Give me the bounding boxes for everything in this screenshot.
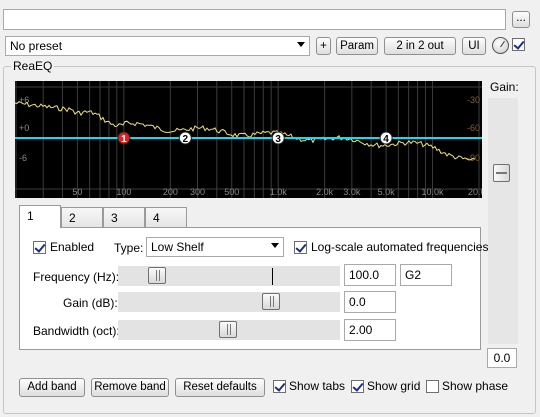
freq-axis-label: 20.0k — [468, 187, 482, 197]
spectrum-axis-label: -60 — [467, 123, 480, 133]
band-node-label: 4 — [383, 134, 389, 145]
freq-axis-label: 200 — [163, 187, 178, 197]
show-tabs-label: Show tabs — [289, 379, 346, 393]
tab-band-4[interactable]: 4 — [145, 207, 187, 228]
gain-db-slider-thumb[interactable] — [262, 293, 280, 310]
logscale-label: Log-scale automated frequencies — [311, 240, 489, 254]
frequency-note-field[interactable]: G2 — [400, 264, 452, 286]
param-button[interactable]: Param — [336, 37, 378, 55]
bandwidth-label: Bandwidth (oct): — [33, 324, 120, 338]
spectrum-axis-label: -90 — [467, 153, 480, 163]
db-axis-label: -6 — [19, 153, 27, 163]
remove-band-button[interactable]: Remove band — [91, 378, 169, 397]
wet-knob-icon[interactable] — [492, 37, 509, 54]
freq-axis-label: 1.0k — [270, 187, 288, 197]
ui-button[interactable]: UI — [462, 37, 486, 55]
chevron-down-icon — [297, 42, 305, 47]
frequency-slider-thumb[interactable] — [148, 267, 166, 284]
fx-enable-checkbox[interactable] — [512, 38, 525, 51]
spectrum-axis-label: -30 — [467, 95, 480, 105]
band-panel: Enabled Type: Low Shelf Log-scale automa… — [19, 227, 488, 350]
reset-defaults-button[interactable]: Reset defaults — [175, 378, 265, 397]
graph-background — [15, 81, 482, 198]
bandwidth-slider-thumb[interactable] — [219, 321, 237, 338]
freq-axis-label: 2.0k — [316, 187, 334, 197]
gain-db-value-field[interactable]: 0.0 — [344, 291, 396, 313]
frequency-value-field[interactable]: 100.0 — [344, 264, 396, 286]
tab-band-2[interactable]: 2 — [61, 207, 103, 228]
preset-dropdown[interactable]: No preset — [5, 36, 310, 56]
chevron-down-icon — [271, 243, 279, 248]
io-button[interactable]: 2 in 2 out — [384, 37, 456, 55]
gain-db-slider[interactable] — [118, 292, 340, 312]
band-node-label: 2 — [183, 134, 189, 145]
db-axis-label: +0 — [19, 123, 29, 133]
freq-axis-label: 100 — [116, 187, 131, 197]
fx-path-input[interactable] — [3, 9, 506, 30]
show-grid-label: Show grid — [367, 379, 421, 393]
freq-axis-label: 50 — [72, 187, 82, 197]
type-dropdown[interactable]: Low Shelf — [146, 237, 284, 257]
show-grid-checkbox[interactable] — [351, 380, 364, 393]
add-band-button[interactable]: Add band — [19, 378, 85, 397]
bandwidth-value-field[interactable]: 2.00 — [344, 319, 396, 341]
bandwidth-slider[interactable] — [118, 320, 340, 340]
gain-value-field[interactable]: 0.0 — [487, 348, 517, 368]
frequency-slider[interactable] — [118, 266, 340, 286]
preset-value: No preset — [10, 39, 63, 53]
freq-axis-label: 300 — [190, 187, 205, 197]
freq-axis-label: 10.0k — [422, 187, 445, 197]
browse-button[interactable]: ... — [512, 11, 530, 28]
add-preset-button[interactable]: + — [316, 37, 331, 55]
gain-slider[interactable] — [488, 98, 518, 344]
show-phase-label: Show phase — [442, 379, 509, 393]
type-label: Type: — [114, 241, 144, 255]
show-tabs-checkbox[interactable] — [273, 380, 286, 393]
tab-band-1[interactable]: 1 — [19, 205, 61, 228]
band-node-label: 1 — [121, 134, 127, 145]
freq-axis-label: 3.0k — [343, 187, 361, 197]
enabled-label: Enabled — [50, 240, 95, 254]
frequency-label: Frequency (Hz): — [33, 270, 120, 284]
freq-axis-label: 5.0k — [378, 187, 396, 197]
tab-band-3[interactable]: 3 — [103, 207, 145, 228]
plugin-title: ReaEQ — [11, 59, 55, 73]
type-value: Low Shelf — [151, 240, 204, 254]
gain-label: Gain: — [490, 80, 519, 94]
freq-axis-label: 500 — [224, 187, 239, 197]
gain-db-label: Gain (dB): — [63, 296, 118, 310]
logscale-checkbox[interactable] — [294, 241, 307, 254]
band-node-label: 3 — [275, 134, 281, 145]
enabled-checkbox[interactable] — [33, 241, 46, 254]
eq-graph[interactable]: +6+0-6-30-60-9050 100 200 300 500 1.0k 2.0k 3.0… — [15, 81, 482, 198]
gain-slider-thumb[interactable] — [493, 164, 510, 182]
show-phase-checkbox[interactable] — [426, 380, 439, 393]
